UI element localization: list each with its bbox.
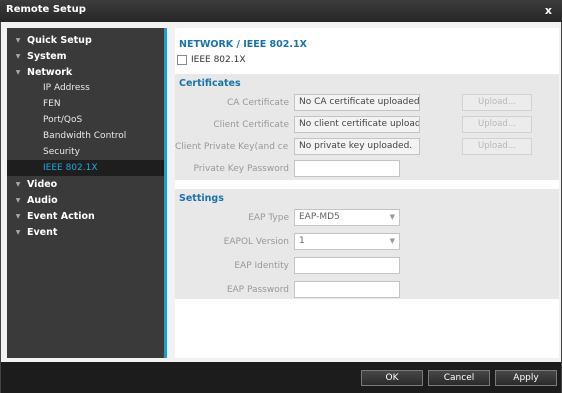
eap-password-label: EAP Password — [226, 285, 289, 295]
expand-arrow-icon: ▼ — [15, 180, 21, 188]
ieee-8021x-checkbox[interactable] — [177, 55, 187, 65]
eap-type-label: EAP Type — [248, 213, 289, 223]
sidebar-item-event-action[interactable]: ▼ Event Action — [7, 208, 164, 224]
ok-button[interactable]: OK — [361, 370, 423, 386]
expand-arrow-icon: ▼ — [15, 68, 21, 76]
sidebar-item-bandwidth-control[interactable]: Bandwidth Control — [7, 128, 164, 144]
client-certificate-field: No client certificate uploaded. — [294, 116, 420, 133]
eap-password-input[interactable] — [294, 281, 400, 298]
settings-panel: Settings EAP Type EAP-MD5 ▼ EAPOL Versio… — [175, 189, 559, 299]
close-icon[interactable]: x — [545, 4, 552, 17]
client-upload-button[interactable]: Upload... — [462, 116, 532, 133]
private-key-label: Client Private Key(and ce... — [175, 142, 289, 152]
chevron-down-icon: ▼ — [389, 213, 395, 221]
sidebar-item-event[interactable]: ▼ Event — [7, 224, 164, 240]
apply-button[interactable]: Apply — [495, 370, 557, 386]
remote-setup-window: ▼ Quick Setup ▼ System ▼ Network IP Addr… — [0, 22, 562, 393]
sidebar-item-label: Video — [27, 178, 58, 190]
dialog-footer: OK Cancel Apply — [1, 362, 561, 393]
sidebar-item-label: System — [27, 50, 67, 62]
settings-title: Settings — [179, 193, 224, 204]
sidebar-item-system[interactable]: ▼ System — [7, 48, 164, 64]
key-password-label: Private Key Password — [193, 164, 289, 174]
sidebar-item-label: Network — [27, 66, 73, 78]
sidebar-item-label: Event — [27, 226, 58, 238]
expand-arrow-icon: ▼ — [15, 228, 21, 236]
eapol-version-label: EAPOL Version — [223, 237, 289, 247]
sidebar-item-label: Audio — [27, 194, 58, 206]
ca-upload-button[interactable]: Upload... — [462, 94, 532, 111]
ieee-8021x-toggle-row: IEEE 802.1X — [177, 55, 246, 65]
eap-identity-input[interactable] — [294, 257, 400, 274]
sidebar-item-audio[interactable]: ▼ Audio — [7, 192, 164, 208]
expand-arrow-icon: ▼ — [15, 52, 21, 60]
sidebar-item-quick-setup[interactable]: ▼ Quick Setup — [7, 32, 164, 48]
ca-certificate-field: No CA certificate uploaded. — [294, 94, 420, 111]
sidebar-item-label: Event Action — [27, 210, 95, 222]
sidebar-item-ip-address[interactable]: IP Address — [7, 80, 164, 96]
title-bar: Remote Setup x — [0, 0, 562, 22]
cancel-button[interactable]: Cancel — [428, 370, 490, 386]
settings-content: NETWORK / IEEE 802.1X IEEE 802.1X Certif… — [175, 28, 559, 358]
private-key-upload-button[interactable]: Upload... — [462, 138, 532, 155]
private-key-field: No private key uploaded. — [294, 138, 420, 155]
expand-arrow-icon: ▼ — [15, 36, 21, 44]
certificates-title: Certificates — [179, 78, 241, 89]
window-title: Remote Setup — [6, 4, 86, 15]
sidebar-item-fen[interactable]: FEN — [7, 96, 164, 112]
client-certificate-label: Client Certificate — [213, 120, 289, 130]
sidebar-item-port-qos[interactable]: Port/QoS — [7, 112, 164, 128]
eapol-version-value: 1 — [299, 236, 305, 246]
eap-type-value: EAP-MD5 — [299, 212, 340, 222]
chevron-down-icon: ▼ — [389, 237, 395, 245]
ca-certificate-label: CA Certificate — [226, 98, 289, 108]
sidebar-item-network[interactable]: ▼ Network — [7, 64, 164, 80]
page-title: NETWORK / IEEE 802.1X — [179, 39, 307, 50]
sidebar-item-label: Quick Setup — [27, 34, 92, 46]
eap-identity-label: EAP Identity — [234, 261, 289, 271]
sidebar-nav: ▼ Quick Setup ▼ System ▼ Network IP Addr… — [7, 28, 167, 358]
eap-type-select[interactable]: EAP-MD5 ▼ — [294, 209, 400, 226]
key-password-input[interactable] — [294, 160, 400, 177]
sidebar-item-ieee-8021x[interactable]: IEEE 802.1X — [7, 160, 164, 176]
ieee-8021x-label: IEEE 802.1X — [191, 55, 246, 65]
expand-arrow-icon: ▼ — [15, 212, 21, 220]
sidebar-item-video[interactable]: ▼ Video — [7, 176, 164, 192]
sidebar-item-security[interactable]: Security — [7, 144, 164, 160]
certificates-panel: Certificates CA Certificate No CA certif… — [175, 74, 559, 180]
expand-arrow-icon: ▼ — [15, 196, 21, 204]
eapol-version-select[interactable]: 1 ▼ — [294, 233, 400, 250]
